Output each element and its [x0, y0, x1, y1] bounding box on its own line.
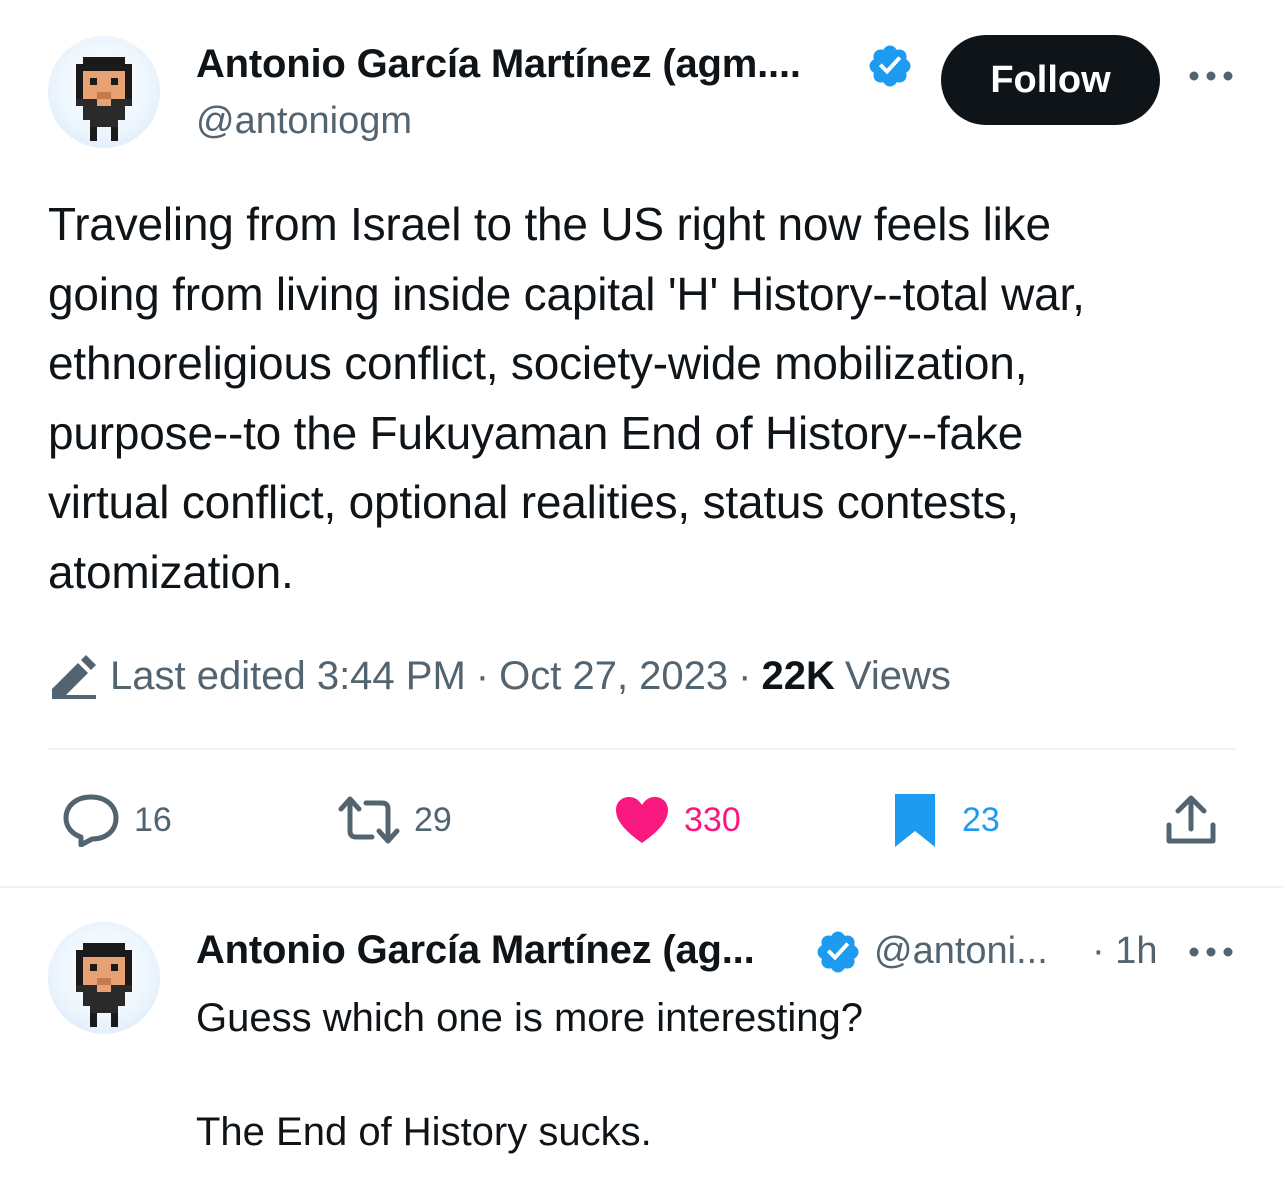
separator: ·: [738, 653, 752, 698]
follow-button[interactable]: Follow: [941, 35, 1160, 125]
reply-body-text: Guess which one is more interesting? The…: [196, 996, 863, 1154]
bookmark-count: 23: [962, 800, 1000, 839]
repost-button[interactable]: 29: [338, 788, 452, 852]
bookmark-filled-icon: [895, 794, 935, 847]
divider: [48, 748, 1236, 750]
more-dots-icon[interactable]: [1188, 942, 1234, 962]
pencil-edit-icon: [52, 655, 96, 699]
more-dots-icon[interactable]: [1188, 66, 1234, 86]
verified-badge-icon: [869, 45, 911, 87]
views-count: 22K: [761, 653, 835, 698]
author-avatar[interactable]: [48, 36, 160, 148]
verified-badge-icon: [817, 931, 859, 973]
repost-icon: [338, 796, 400, 844]
tweet-metadata: Last edited 3:44 PM · Oct 27, 2023 · 22K…: [48, 648, 951, 704]
tweet-date[interactable]: Oct 27, 2023: [499, 654, 728, 699]
reply-author-handle[interactable]: @antoni...: [874, 928, 1048, 974]
like-count: 330: [684, 800, 741, 839]
reply-count: 16: [134, 800, 172, 839]
repost-count: 29: [414, 800, 452, 839]
author-display-name[interactable]: Antonio García Martínez (agm....: [196, 40, 801, 88]
reply-button[interactable]: 16: [62, 788, 172, 852]
tweet-detail-view: Antonio García Martínez (agm.... @antoni…: [0, 0, 1284, 1179]
divider: [0, 886, 1284, 888]
reply-author-avatar[interactable]: [48, 922, 160, 1034]
like-button[interactable]: 330: [614, 788, 741, 852]
views-label: Views: [844, 653, 951, 698]
reply-icon: [63, 794, 119, 847]
share-button[interactable]: [1164, 788, 1232, 852]
heart-filled-icon: [616, 797, 668, 843]
reply-author-display-name[interactable]: Antonio García Martínez (ag...: [196, 926, 755, 974]
tweet-body-text: Traveling from Israel to the US right no…: [48, 198, 1085, 598]
edited-timestamp[interactable]: Last edited 3:44 PM: [110, 654, 466, 699]
author-handle[interactable]: @antoniogm: [196, 98, 412, 144]
bookmark-button[interactable]: 23: [892, 788, 1000, 852]
separator: ·: [475, 653, 490, 698]
reply-time[interactable]: · 1h: [1092, 928, 1157, 974]
share-icon: [1166, 795, 1216, 844]
